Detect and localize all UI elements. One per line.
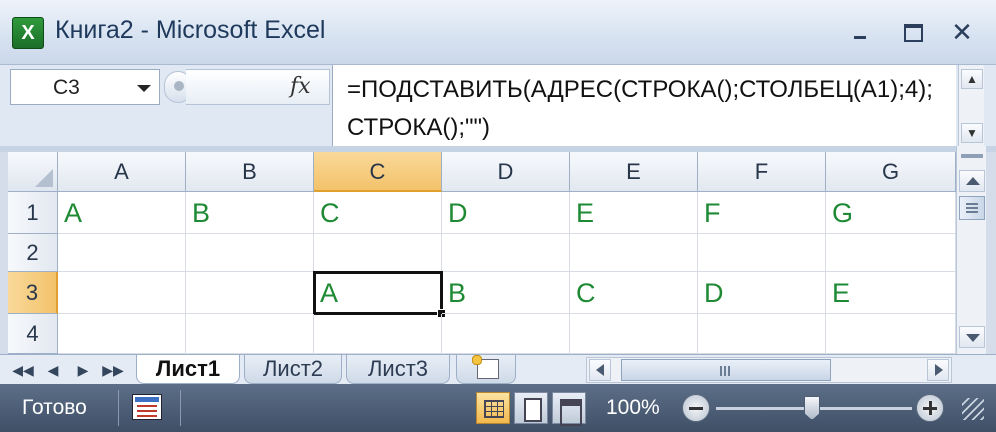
zoom-in-button[interactable]	[916, 394, 944, 422]
insert-function-icon[interactable]: fx	[290, 74, 311, 99]
window-title: Книга2 - Microsoft Excel	[55, 16, 326, 44]
cell-b1[interactable]: B	[186, 192, 314, 234]
excel-app-icon[interactable]: X	[12, 17, 44, 49]
cell-e2[interactable]	[570, 234, 698, 272]
cell-g4[interactable]	[826, 314, 956, 354]
cell-d3[interactable]: B	[442, 272, 570, 314]
formula-scroll-down-button[interactable]: ▼	[961, 123, 983, 143]
sheet-tab-navigation: ◀◀ ◀ ▶ ▶▶	[8, 357, 132, 383]
insert-sheet-button[interactable]	[456, 355, 516, 384]
cell-d2[interactable]	[442, 234, 570, 272]
cell-b3[interactable]	[186, 272, 314, 314]
sheet-tab-3[interactable]: Лист3	[346, 355, 450, 384]
cell-d4[interactable]	[442, 314, 570, 354]
column-header-g[interactable]: G	[826, 152, 956, 192]
cell-f4[interactable]	[698, 314, 826, 354]
formula-scroll-up-button[interactable]: ▲	[961, 69, 983, 89]
excel-window: X Книга2 - Microsoft Excel ✕ C3 fx =ПОДС…	[0, 0, 996, 432]
row-header-2[interactable]: 2	[8, 234, 58, 272]
title-bar[interactable]: X Книга2 - Microsoft Excel ✕	[0, 0, 996, 64]
maximize-button[interactable]	[892, 18, 932, 46]
next-sheet-button[interactable]: ▶	[68, 357, 98, 383]
status-divider	[180, 390, 181, 426]
cell-a2[interactable]	[58, 234, 186, 272]
page-layout-view-button[interactable]	[514, 392, 548, 424]
zoom-slider-thumb[interactable]	[804, 396, 820, 420]
worksheet-grid: ABCDEFG 1234 ABCDEFGABCDE	[0, 146, 996, 354]
column-header-f[interactable]: F	[698, 152, 826, 192]
cell-d1[interactable]: D	[442, 192, 570, 234]
view-buttons	[476, 392, 590, 426]
formula-bar: C3 fx =ПОДСТАВИТЬ(АДРЕС(СТРОКА();СТОЛБЕЦ…	[0, 64, 996, 147]
cell-a1[interactable]: A	[58, 192, 186, 234]
horizontal-scroll-thumb[interactable]	[621, 359, 831, 381]
chevron-down-icon[interactable]	[137, 85, 151, 92]
page-break-view-button[interactable]	[552, 392, 586, 426]
column-header-b[interactable]: B	[186, 152, 314, 192]
cell-e4[interactable]	[570, 314, 698, 354]
status-text: Готово	[22, 396, 87, 419]
status-divider	[118, 390, 119, 426]
zoom-level[interactable]: 100%	[606, 396, 660, 420]
first-sheet-button[interactable]: ◀◀	[8, 357, 38, 383]
select-all-button[interactable]	[8, 152, 58, 192]
last-sheet-button[interactable]: ▶▶	[98, 357, 128, 383]
normal-view-button[interactable]	[476, 392, 510, 424]
scroll-left-button[interactable]	[589, 359, 611, 381]
vertical-scroll-thumb[interactable]	[959, 196, 985, 220]
insert-function-area: fx	[186, 69, 330, 105]
row-header-3[interactable]: 3	[8, 272, 58, 314]
sheet-tabs-bar: ◀◀ ◀ ▶ ▶▶ Лист1 Лист2 Лист3	[0, 354, 996, 384]
column-header-a[interactable]: A	[58, 152, 186, 192]
horizontal-scrollbar[interactable]	[586, 357, 952, 383]
scroll-right-button[interactable]	[927, 359, 949, 381]
column-header-d[interactable]: D	[442, 152, 570, 192]
column-header-e[interactable]: E	[570, 152, 698, 192]
row-header-4[interactable]: 4	[8, 314, 58, 354]
vertical-split-handle[interactable]	[961, 154, 983, 158]
row-header-1[interactable]: 1	[8, 192, 58, 234]
record-macro-icon[interactable]	[132, 394, 162, 420]
prev-sheet-button[interactable]: ◀	[38, 357, 68, 383]
cell-c4[interactable]	[314, 314, 442, 354]
name-box-value: C3	[53, 76, 80, 99]
scroll-up-button[interactable]	[959, 170, 985, 192]
sheet-tab-1[interactable]: Лист1	[136, 355, 240, 384]
cell-b2[interactable]	[186, 234, 314, 272]
cells-area[interactable]: ABCDEFGABCDE	[58, 192, 956, 354]
sheet-tab-2[interactable]: Лист2	[244, 355, 342, 384]
vertical-scrollbar[interactable]	[956, 146, 986, 354]
resize-grip[interactable]	[962, 398, 984, 420]
cell-e3[interactable]: C	[570, 272, 698, 314]
close-button[interactable]: ✕	[942, 18, 982, 46]
cell-f1[interactable]: F	[698, 192, 826, 234]
cell-g2[interactable]	[826, 234, 956, 272]
name-box[interactable]: C3	[10, 69, 160, 105]
cell-g3[interactable]: E	[826, 272, 956, 314]
cell-c1[interactable]: C	[314, 192, 442, 234]
cell-b4[interactable]	[186, 314, 314, 354]
cell-c3[interactable]: A	[314, 272, 442, 314]
cell-f3[interactable]: D	[698, 272, 826, 314]
formula-text: =ПОДСТАВИТЬ(АДРЕС(СТРОКА();СТОЛБЕЦ(А1);4…	[347, 76, 933, 141]
minimize-button[interactable]	[840, 18, 880, 46]
cell-e1[interactable]: E	[570, 192, 698, 234]
column-header-c[interactable]: C	[314, 152, 442, 192]
cell-g1[interactable]: G	[826, 192, 956, 234]
zoom-out-button[interactable]	[682, 394, 710, 422]
cell-f2[interactable]	[698, 234, 826, 272]
cell-c2[interactable]	[314, 234, 442, 272]
cell-a4[interactable]	[58, 314, 186, 354]
formula-bar-scroll: ▲ ▼	[958, 65, 984, 147]
status-bar: Готово 100%	[0, 384, 996, 432]
formula-input[interactable]: =ПОДСТАВИТЬ(АДРЕС(СТРОКА();СТОЛБЕЦ(А1);4…	[332, 65, 956, 147]
cell-a3[interactable]	[58, 272, 186, 314]
insert-sheet-icon	[472, 355, 499, 379]
scroll-down-button[interactable]	[959, 326, 985, 348]
